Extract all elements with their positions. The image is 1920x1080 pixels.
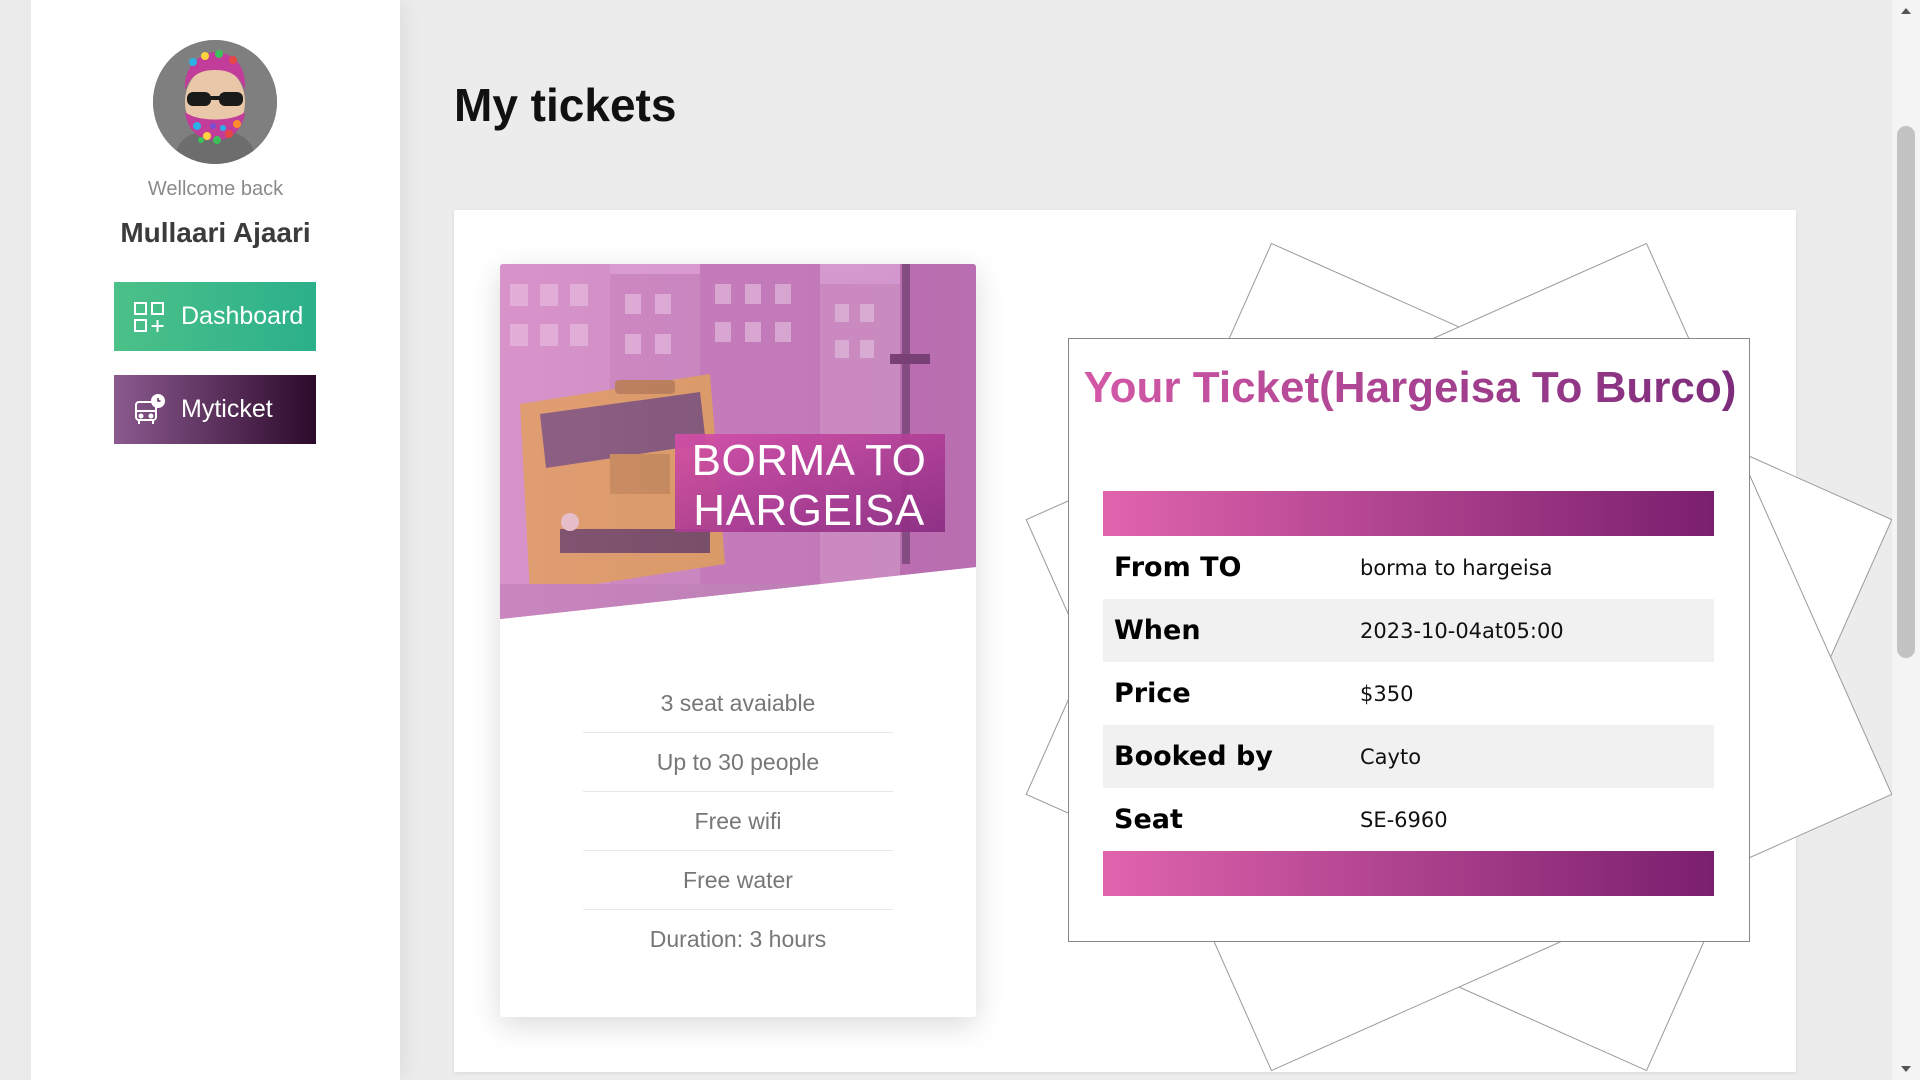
ticket-row-price: Price $350 — [1103, 662, 1714, 725]
myticket-button[interactable]: Myticket — [114, 375, 316, 444]
bus-route-card[interactable]: BORMA TO HARGEISA 3 seat avaiable Up to … — [500, 264, 976, 1017]
features-list: 3 seat avaiable Up to 30 people Free wif… — [583, 674, 893, 969]
dashboard-button[interactable]: Dashboard — [114, 282, 316, 351]
ticket-row-seat: Seat SE-6960 — [1103, 788, 1714, 851]
ticket-row-from-to: From TO borma to hargeisa — [1103, 536, 1714, 599]
route-label: BORMA TO HARGEISA — [691, 436, 927, 535]
row-value: 2023-10-04at05:00 — [1360, 618, 1564, 643]
row-value: Cayto — [1360, 744, 1422, 769]
ticket-title: Your Ticket(Hargeisa To Burco) — [1069, 361, 1751, 414]
feature-item: Up to 30 people — [583, 733, 893, 792]
row-label: From TO — [1114, 552, 1242, 583]
page-title: My tickets — [454, 79, 677, 131]
row-label: Price — [1114, 678, 1191, 709]
row-value: $350 — [1360, 681, 1414, 706]
feature-item: Free wifi — [583, 792, 893, 851]
row-label: Booked by — [1114, 741, 1273, 772]
ticket-card: Your Ticket(Hargeisa To Burco) From TO b… — [1068, 338, 1750, 942]
ticket-header-bar — [1103, 491, 1714, 536]
avatar[interactable] — [153, 40, 277, 164]
row-label: Seat — [1114, 804, 1183, 835]
username: Mullaari Ajaari — [120, 217, 311, 248]
bus-clock-icon — [133, 393, 165, 426]
tickets-panel: BORMA TO HARGEISA 3 seat avaiable Up to … — [454, 210, 1893, 1072]
ticket-footer-bar — [1103, 851, 1714, 896]
dashboard-grid-icon — [133, 301, 165, 333]
ticket-row-when: When 2023-10-04at05:00 — [1103, 599, 1714, 662]
ticket-row-booked-by: Booked by Cayto — [1103, 725, 1714, 788]
row-label: When — [1114, 615, 1201, 646]
scroll-up-icon[interactable] — [1901, 8, 1911, 14]
feature-item: Duration: 3 hours — [649, 926, 827, 952]
scroll-down-icon[interactable] — [1901, 1066, 1911, 1072]
row-value: borma to hargeisa — [1360, 555, 1553, 580]
feature-item: Free water — [583, 851, 893, 910]
dashboard-label: Dashboard — [181, 302, 304, 330]
scroll-thumb[interactable] — [1897, 126, 1915, 658]
page-scrollbar[interactable] — [1892, 0, 1920, 1080]
ticket-details: From TO borma to hargeisa When 2023-10-0… — [1103, 536, 1714, 851]
feature-item: 3 seat avaiable — [583, 674, 893, 733]
sidebar: Wellcome back Mullaari Ajaari Dashboard … — [31, 0, 400, 1080]
welcome-text: Wellcome back — [147, 178, 284, 200]
row-value: SE-6960 — [1360, 807, 1448, 832]
myticket-label: Myticket — [181, 395, 273, 423]
user-avatar-icon — [153, 40, 277, 164]
